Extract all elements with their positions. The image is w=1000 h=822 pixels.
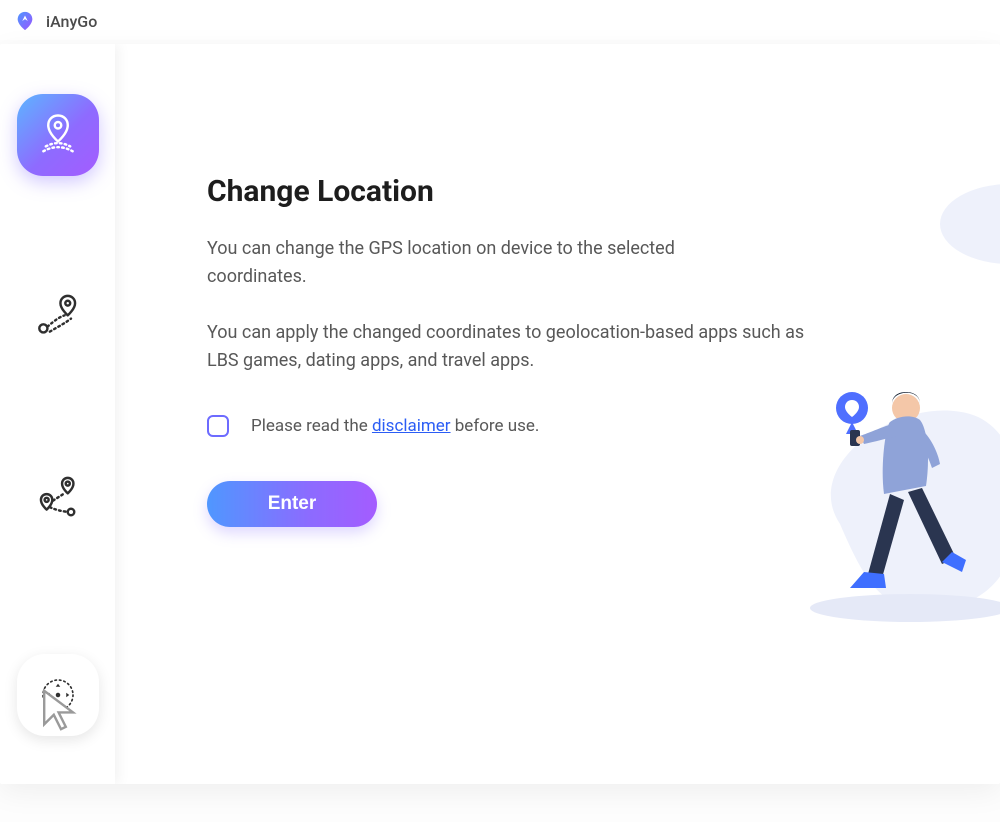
page-title: Change Location (207, 174, 960, 209)
app-name: iAnyGo (46, 12, 97, 31)
nav-multi-spot[interactable] (17, 458, 99, 540)
nav-single-spot[interactable] (17, 276, 99, 358)
disclaimer-text: Please read the disclaimer before use. (251, 416, 539, 436)
sub-text: You can apply the changed coordinates to… (207, 319, 807, 375)
app-logo-icon (14, 10, 36, 32)
disclaimer-suffix: before use. (451, 416, 540, 436)
lead-text: You can change the GPS location on devic… (207, 235, 767, 291)
sidebar (0, 44, 115, 784)
disclaimer-checkbox[interactable] (207, 415, 229, 437)
disclaimer-prefix: Please read the (251, 416, 372, 436)
nav-joystick[interactable] (17, 654, 99, 736)
titlebar: iAnyGo (0, 0, 1000, 40)
nav-change-location[interactable] (17, 94, 99, 176)
enter-button[interactable]: Enter (207, 481, 377, 527)
disclaimer-row: Please read the disclaimer before use. (207, 415, 960, 437)
app-frame: Change Location You can change the GPS l… (0, 44, 1000, 784)
content-area: Change Location You can change the GPS l… (115, 44, 1000, 784)
disclaimer-link[interactable]: disclaimer (372, 416, 451, 436)
